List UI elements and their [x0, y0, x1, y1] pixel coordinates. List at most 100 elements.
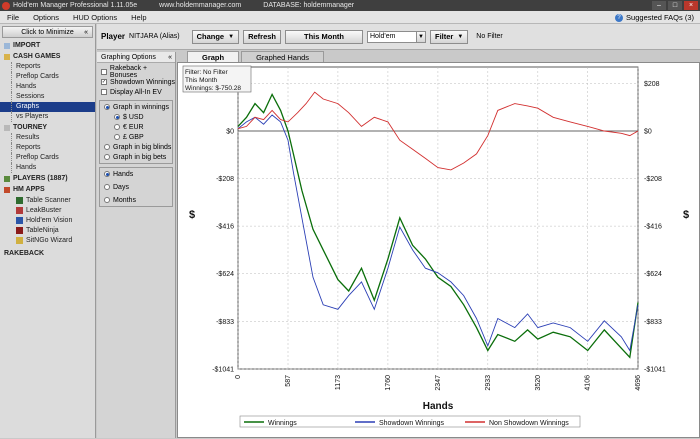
hands-radio[interactable]: Hands	[100, 169, 172, 179]
y-tick-label-left: -$416	[216, 224, 234, 231]
refresh-button[interactable]: Refresh	[243, 29, 281, 44]
game-select[interactable]: Hold'em ▼	[367, 30, 426, 43]
tab-graph[interactable]: Graph	[187, 51, 240, 62]
nav-cash-sessions[interactable]: Sessions	[0, 92, 95, 102]
nav-cash-games[interactable]: CASH GAMES	[0, 51, 95, 62]
graph-in-big-bets-radio[interactable]: Graph in big bets	[100, 152, 172, 162]
app-label: TableNinja	[26, 226, 59, 234]
rakeback-bonuses-checkbox[interactable]: Rakeback + Bonuses	[97, 65, 175, 79]
graph-tabs: Graph Graphed Hands	[177, 51, 700, 62]
y-tick-label-right: -$208	[644, 176, 662, 183]
player-label: Player	[101, 32, 126, 41]
nav-players[interactable]: PLAYERS (1887)	[0, 173, 95, 184]
tableninja-icon	[16, 226, 23, 234]
y-tick-label-right: -$833	[644, 319, 662, 326]
y-tick-label-right: -$624	[644, 271, 662, 278]
sidebar: Click to Minimize « IMPORT CASH GAMES Re…	[0, 24, 96, 438]
x-tick-label: 0	[235, 375, 242, 379]
y-tick-label-left: -$833	[216, 319, 234, 326]
minimize-window-button[interactable]: –	[652, 1, 666, 10]
minimize-sidebar-button[interactable]: Click to Minimize «	[2, 26, 93, 38]
y-tick-label-left: $0	[226, 129, 234, 136]
checkbox-label: Rakeback + Bonuses	[109, 65, 148, 79]
months-radio[interactable]: Months	[100, 195, 172, 205]
nav-import[interactable]: IMPORT	[0, 40, 95, 51]
window-controls: – □ ×	[652, 1, 698, 10]
radio-label: $ USD	[123, 113, 144, 121]
radio-label: Graph in big blinds	[113, 143, 172, 151]
change-button[interactable]: Change ▼	[191, 29, 240, 44]
x-tick-label: 3520	[535, 375, 542, 391]
days-radio[interactable]: Days	[100, 182, 172, 192]
nav-hm-apps[interactable]: HM APPS	[0, 184, 95, 195]
x-axis-label: Hands	[423, 401, 454, 412]
radio-label: £ GBP	[123, 133, 144, 141]
app-label: Hold'em Vision	[26, 216, 73, 224]
radio-label: Graph in big bets	[113, 153, 167, 161]
tab-graphed-hands[interactable]: Graphed Hands	[241, 51, 325, 62]
showdown-winnings-checkbox[interactable]: ✓ Showdown Winnings	[97, 77, 175, 87]
nav-app-table-scanner[interactable]: Table Scanner	[0, 195, 95, 205]
suggested-faqs-link[interactable]: ? Suggested FAQs (3)	[615, 13, 694, 22]
app-logo-icon	[2, 1, 10, 10]
radio-dot	[104, 144, 110, 150]
radio-dot	[104, 154, 110, 160]
x-tick-label: 2347	[435, 375, 442, 391]
nav-app-tableninja[interactable]: TableNinja	[0, 225, 95, 235]
nav-cash-hands[interactable]: Hands	[0, 82, 95, 92]
nav-import-label: IMPORT	[13, 42, 41, 49]
gbp-radio[interactable]: £ GBP	[100, 132, 172, 142]
eur-radio[interactable]: € EUR	[100, 122, 172, 132]
display-allin-ev-checkbox[interactable]: Display All-In EV	[97, 87, 175, 97]
radio-dot	[114, 134, 120, 140]
menu-help[interactable]: Help	[124, 13, 153, 22]
nav-tourney-reports[interactable]: Reports	[0, 143, 95, 153]
x-tick-label: 2933	[485, 375, 492, 391]
info-line: Winnings: $-750.28	[185, 85, 241, 92]
nav-app-leakbuster[interactable]: LeakBuster	[0, 205, 95, 215]
period-button[interactable]: This Month	[285, 29, 363, 44]
player-toolbar: Player NITJARA (Alias) Change ▼ Refresh T…	[97, 24, 700, 50]
nav-cash-graphs[interactable]: Graphs	[0, 102, 95, 112]
chevron-left-icon: «	[84, 28, 88, 36]
maximize-window-button[interactable]: □	[668, 1, 682, 10]
nav-rakeback[interactable]: RAKEBACK	[0, 248, 95, 259]
nav-cash-preflop-cards[interactable]: Preflop Cards	[0, 72, 95, 82]
x-tick-label: 587	[285, 375, 292, 387]
legend-label: Winnings	[268, 420, 297, 427]
nav-tourney[interactable]: TOURNEY	[0, 122, 95, 133]
close-window-button[interactable]: ×	[684, 1, 698, 10]
menu-file[interactable]: File	[0, 13, 26, 22]
y-axis-label-left: $	[189, 209, 195, 221]
nav-tourney-hands[interactable]: Hands	[0, 163, 95, 173]
minimize-label: Click to Minimize	[21, 28, 74, 36]
help-icon: ?	[615, 13, 624, 22]
nav-tourney-results[interactable]: Results	[0, 133, 95, 143]
usd-radio[interactable]: $ USD	[100, 112, 172, 122]
radio-label: Hands	[113, 170, 134, 178]
graph-in-big-blinds-radio[interactable]: Graph in big blinds	[100, 142, 172, 152]
filter-button[interactable]: Filter ▼	[430, 29, 469, 44]
import-icon	[4, 42, 10, 49]
x-tick-label: 4696	[635, 375, 642, 391]
graph-in-winnings-radio[interactable]: Graph in winnings	[100, 102, 172, 112]
nav-tourney-preflop-cards[interactable]: Preflop Cards	[0, 153, 95, 163]
site-link[interactable]: www.holdemmanager.com	[159, 2, 241, 9]
nav-cash-vs-players[interactable]: vs Players	[0, 112, 95, 122]
change-label: Change	[196, 32, 225, 41]
checkbox-box	[101, 89, 107, 95]
nav-app-holdem-vision[interactable]: Hold'em Vision	[0, 215, 95, 225]
hm-apps-icon	[4, 186, 10, 193]
x-axis-options-group: Hands Days Months	[99, 167, 173, 207]
menu-options[interactable]: Options	[26, 13, 66, 22]
menu-hud-options[interactable]: HUD Options	[66, 13, 124, 22]
chevron-left-icon[interactable]: «	[168, 54, 172, 61]
nav-cash-reports[interactable]: Reports	[0, 62, 95, 72]
app-title: Hold'em Manager Professional 1.11.05e	[13, 2, 138, 9]
nav-app-sitngo-wizard[interactable]: SitNGo Wizard	[0, 235, 95, 245]
nav-rakeback-label: RAKEBACK	[4, 250, 45, 257]
app-label: Table Scanner	[26, 196, 71, 204]
y-axis-label-right: $	[683, 209, 689, 221]
legend-label: Showdown Winnings	[379, 420, 444, 427]
y-tick-label-left: -$624	[216, 271, 234, 278]
